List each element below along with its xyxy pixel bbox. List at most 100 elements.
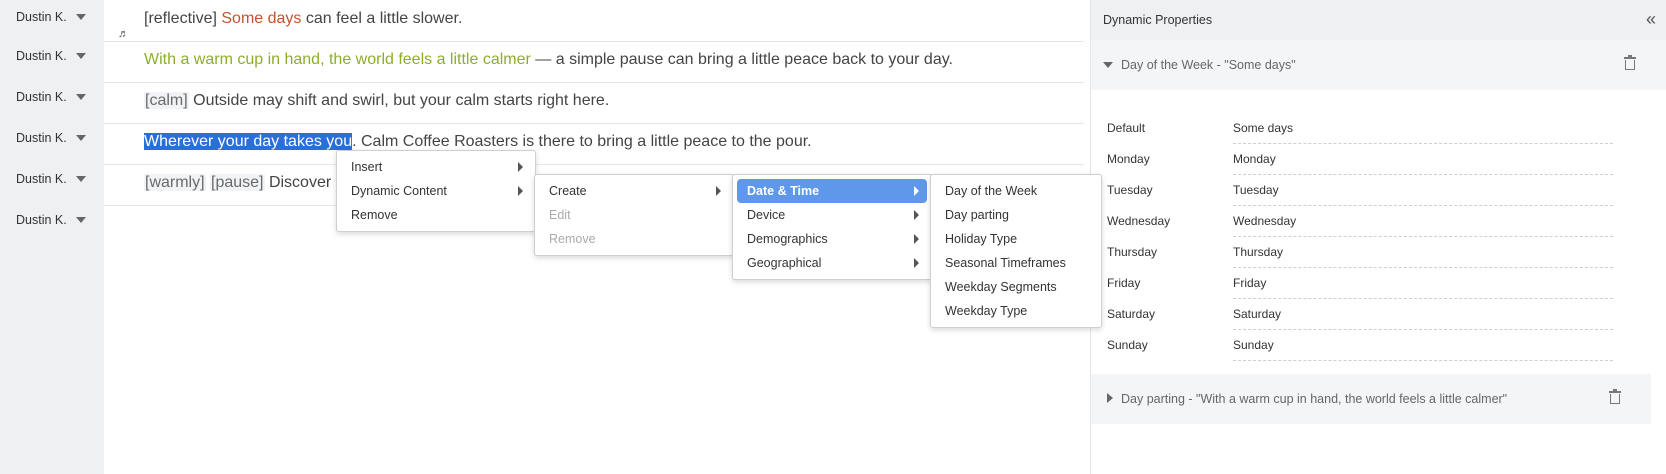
property-label: Saturday: [1107, 307, 1156, 321]
script-line[interactable]: [calm] Outside may shift and swirl, but …: [104, 82, 1084, 124]
pause-tag[interactable]: [pause]: [210, 174, 265, 191]
trash-icon[interactable]: [1609, 389, 1621, 404]
menu-item-seasonal-timeframes[interactable]: Seasonal Timeframes: [935, 251, 1097, 275]
menu-item-date-time[interactable]: Date & Time: [737, 179, 927, 203]
property-group-header[interactable]: Day of the Week - "Some days": [1091, 40, 1666, 90]
emotion-tag[interactable]: [calm]: [144, 92, 189, 109]
menu-item-remove[interactable]: Remove: [341, 203, 531, 227]
speaker-name: Dustin K.: [16, 131, 67, 145]
speaker-name: Dustin K.: [16, 213, 67, 227]
property-row: Default Some days: [1091, 112, 1666, 144]
menu-item-label: Day of the Week: [945, 184, 1038, 198]
property-row: Sunday Sunday: [1091, 329, 1666, 361]
menu-item-create[interactable]: Create: [539, 179, 729, 203]
menu-item-label: Day parting: [945, 208, 1009, 222]
chevron-right-icon: [716, 186, 721, 196]
menu-item-insert[interactable]: Insert: [341, 155, 531, 179]
script-line[interactable]: [reflective] Some days can feel a little…: [104, 0, 1084, 42]
speaker-selector[interactable]: Dustin K.: [0, 80, 104, 121]
chevron-right-icon: [914, 186, 919, 196]
speaker-name: Dustin K.: [16, 90, 67, 104]
speaker-selector[interactable]: Dustin K.: [0, 203, 104, 244]
property-row: Wednesday Wednesday: [1091, 205, 1666, 237]
dynamic-text[interactable]: With a warm cup in hand, the world feels…: [144, 51, 531, 68]
property-row: Monday Monday: [1091, 143, 1666, 175]
double-chevron-left-icon[interactable]: «: [1646, 9, 1656, 30]
property-label: Thursday: [1107, 245, 1158, 259]
property-value-field[interactable]: Thursday: [1233, 245, 1613, 268]
menu-item-label: Seasonal Timeframes: [945, 256, 1066, 270]
menu-item-day-of-week[interactable]: Day of the Week: [935, 179, 1097, 203]
menu-item-device[interactable]: Device: [737, 203, 927, 227]
panel-header: Dynamic Properties: [1091, 0, 1666, 40]
property-value-field[interactable]: Saturday: [1233, 307, 1613, 330]
menu-item-label: Weekday Segments: [945, 280, 1057, 294]
chevron-right-icon: [518, 186, 523, 196]
emotion-tag[interactable]: [reflective]: [144, 10, 217, 27]
chevron-down-icon[interactable]: [1103, 62, 1113, 68]
menu-item-weekday-type[interactable]: Weekday Type: [935, 299, 1097, 323]
property-value-field[interactable]: Wednesday: [1233, 214, 1613, 237]
speaker-selector[interactable]: Dustin K.: [0, 0, 104, 41]
menu-item-weekday-segments[interactable]: Weekday Segments: [935, 275, 1097, 299]
line-text: can feel a little slower.: [301, 10, 463, 27]
chevron-right-icon: [914, 234, 919, 244]
context-menu: Insert Dynamic Content Remove: [336, 150, 536, 232]
dynamic-properties-panel: Dynamic Properties « Day of the Week - "…: [1090, 0, 1666, 474]
property-value-field[interactable]: Sunday: [1233, 338, 1613, 361]
property-label: Sunday: [1107, 338, 1148, 352]
property-label: Monday: [1107, 152, 1150, 166]
app-root: Dustin K. Dustin K. Dustin K. Dustin K. …: [0, 0, 1666, 474]
line-text: Outside may shift and swirl, but your ca…: [188, 92, 610, 109]
menu-item-label: Weekday Type: [945, 304, 1028, 318]
date-time-submenu: Day of the Week Day parting Holiday Type…: [930, 174, 1102, 328]
speaker-selector[interactable]: Dustin K.: [0, 162, 104, 203]
speaker-selector[interactable]: Dustin K.: [0, 121, 104, 162]
menu-item-geographical[interactable]: Geographical: [737, 251, 927, 275]
chevron-down-icon[interactable]: [76, 14, 86, 20]
property-value-field[interactable]: Friday: [1233, 276, 1613, 299]
menu-item-label: Remove: [549, 232, 596, 246]
property-row: Friday Friday: [1091, 267, 1666, 299]
selected-text[interactable]: Wherever your day takes you: [144, 133, 353, 150]
group-title: Day of the Week - "Some days": [1121, 58, 1296, 72]
music-note-icon[interactable]: ♬: [118, 28, 132, 44]
menu-item-label: Demographics: [747, 232, 828, 246]
menu-item-label: Create: [549, 184, 587, 198]
property-value-field[interactable]: Monday: [1233, 152, 1613, 175]
menu-item-label: Remove: [351, 208, 398, 222]
menu-item-label: Geographical: [747, 256, 822, 270]
dynamic-text[interactable]: Some days: [221, 10, 301, 27]
chevron-down-icon[interactable]: [76, 176, 86, 182]
trash-icon[interactable]: [1624, 55, 1636, 70]
menu-item-day-parting[interactable]: Day parting: [935, 203, 1097, 227]
property-value-field[interactable]: Some days: [1233, 121, 1613, 144]
menu-item-remove-dynamic: Remove: [539, 227, 729, 251]
property-row: Thursday Thursday: [1091, 236, 1666, 268]
script-line[interactable]: With a warm cup in hand, the world feels…: [104, 41, 1084, 83]
chevron-down-icon[interactable]: [76, 94, 86, 100]
chevron-down-icon[interactable]: [76, 217, 86, 223]
chevron-down-icon[interactable]: [76, 135, 86, 141]
speaker-name: Dustin K.: [16, 10, 67, 24]
property-value-field[interactable]: Tuesday: [1233, 183, 1613, 206]
menu-item-demographics[interactable]: Demographics: [737, 227, 927, 251]
panel-title: Dynamic Properties: [1103, 13, 1213, 27]
speaker-selector[interactable]: Dustin K.: [0, 39, 104, 80]
menu-item-label: Edit: [549, 208, 571, 222]
property-list: Default Some days Monday Monday Tuesday Tue…: [1091, 90, 1666, 362]
chevron-right-icon: [518, 162, 523, 172]
line-text: Discover y: [264, 174, 344, 191]
emotion-tag[interactable]: [warmly]: [144, 174, 206, 191]
menu-item-label: Holiday Type: [945, 232, 1018, 246]
menu-item-edit: Edit: [539, 203, 729, 227]
menu-item-holiday-type[interactable]: Holiday Type: [935, 227, 1097, 251]
menu-item-label: Date & Time: [747, 184, 820, 198]
chevron-down-icon[interactable]: [76, 53, 86, 59]
chevron-right-icon[interactable]: [1107, 393, 1113, 403]
script-line[interactable]: Wherever your day takes you. Calm Coffee…: [104, 123, 1084, 165]
menu-item-dynamic-content[interactable]: Dynamic Content: [341, 179, 531, 203]
speaker-column: Dustin K. Dustin K. Dustin K. Dustin K. …: [0, 0, 104, 474]
line-text: . Calm Coffee Roasters is there to bring…: [352, 133, 812, 150]
property-group-header[interactable]: Day parting - "With a warm cup in hand, …: [1091, 374, 1651, 424]
